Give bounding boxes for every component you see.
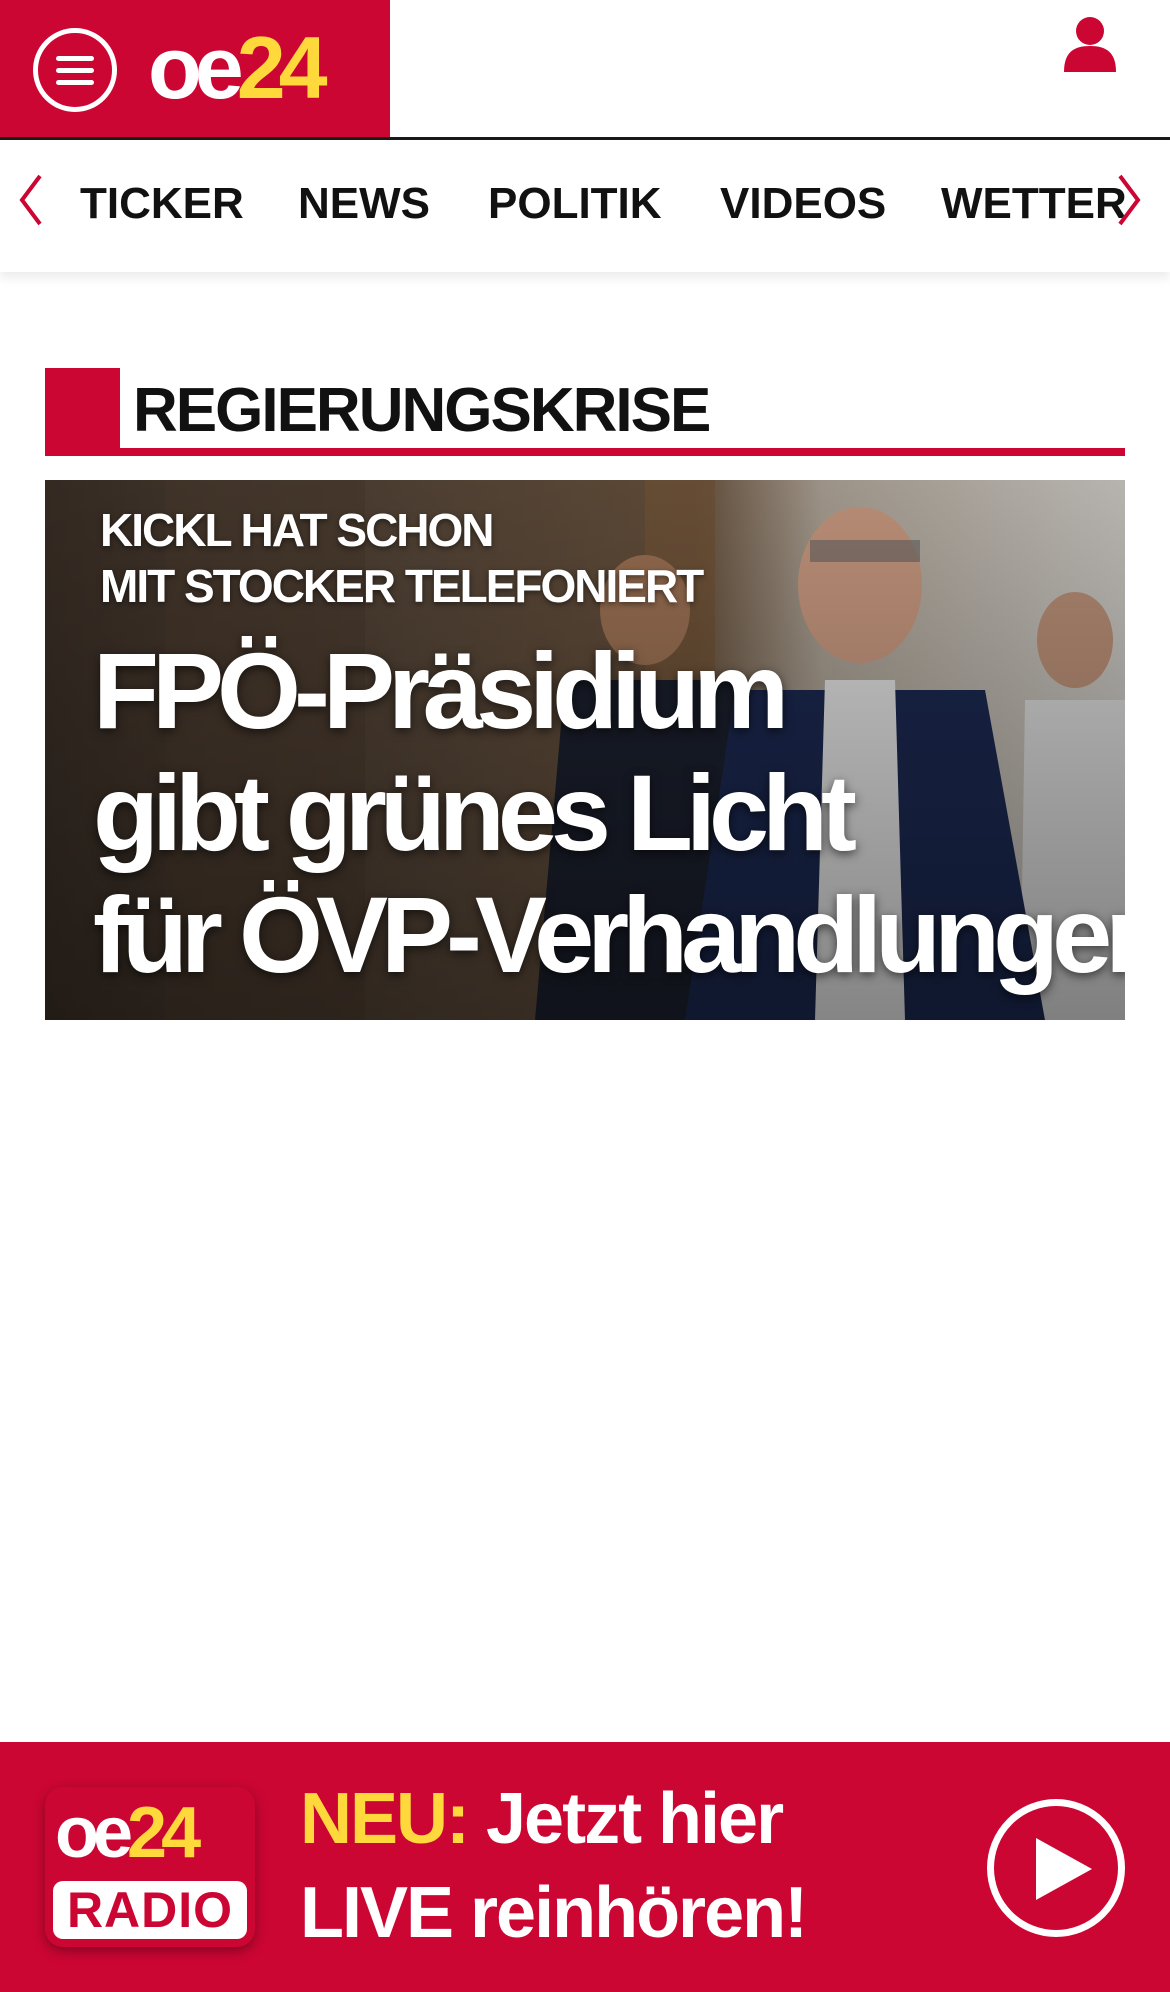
hero-kicker: KICKL HAT SCHON MIT STOCKER TELEFONIERT xyxy=(100,502,704,614)
nav-item-videos[interactable]: VIDEOS xyxy=(720,178,886,230)
radio-cta-line2: LIVE reinhören! xyxy=(300,1873,808,1953)
radio-new-badge: NEU: xyxy=(300,1779,470,1859)
chevron-left-icon[interactable] xyxy=(14,170,48,230)
nav-item-ticker[interactable]: TICKER xyxy=(80,178,244,230)
hero-headline[interactable]: FPÖ-Präsidium gibt grünes Licht für ÖVP-… xyxy=(93,630,1125,996)
site-header: oe24 xyxy=(0,0,1170,140)
hamburger-menu-icon[interactable] xyxy=(33,28,117,112)
chevron-right-icon[interactable] xyxy=(1112,170,1146,230)
radio-banner[interactable]: oe24 RADIO NEU: Jetzt hier LIVE reinhöre… xyxy=(0,1742,1170,1992)
hero-kicker-line: KICKL HAT SCHON xyxy=(100,504,495,556)
nav-item-wetter[interactable]: WETTER xyxy=(941,178,1127,230)
section-underline xyxy=(45,448,1125,456)
nav-item-politik[interactable]: POLITIK xyxy=(488,178,662,230)
user-icon[interactable] xyxy=(1060,14,1120,74)
section-marker xyxy=(45,368,120,456)
section-title[interactable]: REGIERUNGSKRISE xyxy=(133,376,711,446)
radio-cta-text[interactable]: NEU: Jetzt hier LIVE reinhören! xyxy=(300,1772,808,1960)
hero-headline-line: für ÖVP-Verhandlungen xyxy=(93,874,1125,995)
radio-logo: oe24 RADIO xyxy=(45,1787,255,1947)
hero-headline-line: FPÖ-Präsidium xyxy=(93,630,789,751)
play-icon[interactable] xyxy=(987,1799,1125,1937)
category-nav: TICKER NEWS POLITIK VIDEOS WETTER xyxy=(0,140,1170,272)
section-heading[interactable]: REGIERUNGSKRISE xyxy=(45,368,1125,456)
radio-logo-label: RADIO xyxy=(53,1881,247,1939)
brand-block: oe24 xyxy=(0,0,390,137)
radio-cta-line1: NEU: Jetzt hier xyxy=(300,1779,784,1859)
nav-item-news[interactable]: NEWS xyxy=(298,178,430,230)
site-logo[interactable]: oe24 xyxy=(148,18,328,118)
radio-logo-wordmark: oe24 xyxy=(55,1793,201,1873)
hero-teaser[interactable]: KICKL HAT SCHON MIT STOCKER TELEFONIERT … xyxy=(45,480,1125,1020)
hero-kicker-line: MIT STOCKER TELEFONIERT xyxy=(100,560,704,612)
hero-headline-line: gibt grünes Licht xyxy=(93,752,857,873)
